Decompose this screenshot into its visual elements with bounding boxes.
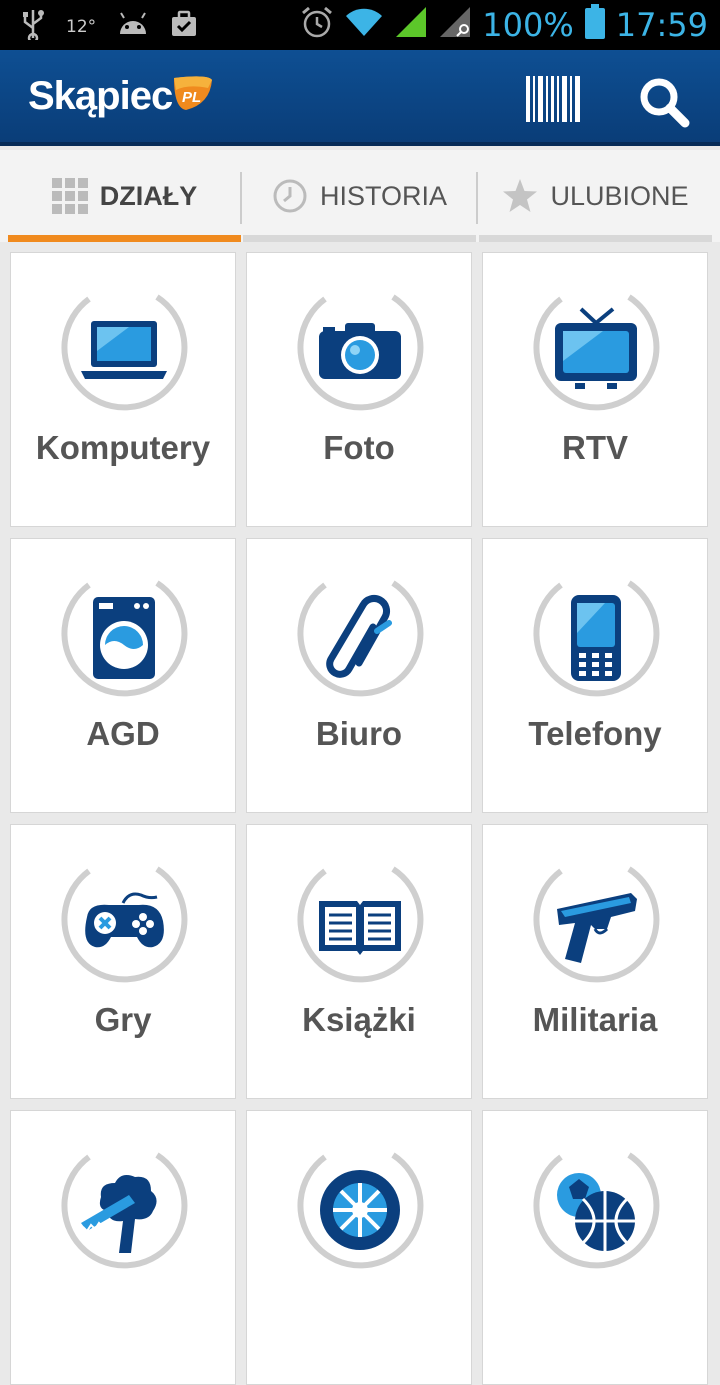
tab-divider bbox=[240, 172, 242, 224]
category-sport[interactable] bbox=[482, 1110, 708, 1385]
tire-icon bbox=[320, 1170, 400, 1250]
search-icon bbox=[640, 78, 690, 128]
tab-indicator bbox=[243, 235, 476, 242]
category-foto[interactable]: Foto bbox=[246, 252, 472, 527]
tab-label: DZIAŁY bbox=[99, 180, 198, 211]
clock-time: 17:59 bbox=[615, 5, 708, 44]
alarm-icon bbox=[300, 5, 334, 44]
wifi-icon bbox=[344, 6, 384, 43]
category-agd[interactable]: AGD bbox=[10, 538, 236, 813]
category-label: RTV bbox=[562, 429, 628, 466]
tab-historia[interactable]: HISTORIA bbox=[243, 150, 476, 242]
paperclip-icon bbox=[326, 594, 392, 678]
laptop-icon bbox=[81, 321, 167, 379]
tab-divider bbox=[476, 172, 478, 224]
app-bar: Skąpiec PL bbox=[0, 50, 720, 146]
category-telefony[interactable]: Telefony bbox=[482, 538, 708, 813]
logo-badge-text: PL bbox=[182, 89, 201, 106]
pistol-icon bbox=[557, 893, 637, 963]
washing-machine-icon bbox=[93, 597, 155, 679]
category-label: AGD bbox=[86, 715, 160, 752]
app-logo[interactable]: Skąpiec PL bbox=[28, 74, 214, 119]
camera-icon bbox=[319, 323, 401, 379]
android-icon bbox=[118, 12, 148, 41]
category-militaria[interactable]: Militaria bbox=[482, 824, 708, 1099]
signal-icon bbox=[394, 5, 428, 44]
category-komputery[interactable]: Komputery bbox=[10, 252, 236, 527]
temperature-text: 12° bbox=[66, 16, 97, 37]
category-biuro[interactable]: Biuro bbox=[246, 538, 472, 813]
sports-balls-icon bbox=[557, 1173, 635, 1251]
search-button[interactable] bbox=[638, 76, 690, 128]
clock-icon bbox=[273, 179, 307, 213]
tab-ulubione[interactable]: ULUBIONE bbox=[479, 150, 712, 242]
signal-search-icon bbox=[438, 5, 472, 44]
category-label: Biuro bbox=[315, 715, 403, 752]
logo-badge-icon: PL bbox=[174, 75, 213, 110]
star-icon bbox=[503, 179, 538, 212]
tab-label: HISTORIA bbox=[319, 180, 448, 211]
category-rtv[interactable]: RTV bbox=[482, 252, 708, 527]
category-label: Komputery bbox=[35, 429, 211, 466]
category-ksiazki[interactable]: Książki bbox=[246, 824, 472, 1099]
battery-icon bbox=[584, 4, 606, 45]
gamepad-icon bbox=[85, 892, 164, 948]
phone-icon bbox=[571, 595, 621, 681]
tv-icon bbox=[555, 307, 637, 389]
barcode-icon bbox=[526, 76, 580, 122]
tab-indicator bbox=[479, 235, 712, 242]
tab-bar: DZIAŁY HISTORIA ULUBIONE bbox=[0, 150, 720, 242]
grid-icon bbox=[51, 178, 88, 214]
category-label: Gry bbox=[94, 1001, 152, 1038]
category-gry[interactable]: Gry bbox=[10, 824, 236, 1099]
battery-percent: 100% bbox=[482, 5, 574, 44]
category-motoryzacja[interactable] bbox=[246, 1110, 472, 1385]
usb-icon bbox=[22, 8, 44, 45]
category-ogrod[interactable] bbox=[10, 1110, 236, 1385]
category-label: Telefony bbox=[528, 715, 662, 752]
category-label: Militaria bbox=[532, 1001, 658, 1038]
category-label: Foto bbox=[323, 429, 395, 466]
tab-dzialy[interactable]: DZIAŁY bbox=[8, 150, 241, 242]
category-grid: Komputery Foto RTV AGD Biuro Telefony Gr… bbox=[0, 242, 720, 1385]
logo-text: Skąpiec bbox=[28, 74, 173, 118]
garden-saw-tree-icon bbox=[81, 1175, 157, 1253]
book-icon bbox=[319, 901, 401, 955]
category-label: Książki bbox=[302, 1001, 416, 1038]
barcode-scan-button[interactable] bbox=[524, 74, 582, 124]
tab-active-indicator bbox=[8, 235, 241, 242]
status-bar: 12° 100% 17:59 bbox=[0, 0, 720, 50]
tab-label: ULUBIONE bbox=[550, 180, 689, 211]
briefcase-check-icon bbox=[170, 10, 198, 43]
